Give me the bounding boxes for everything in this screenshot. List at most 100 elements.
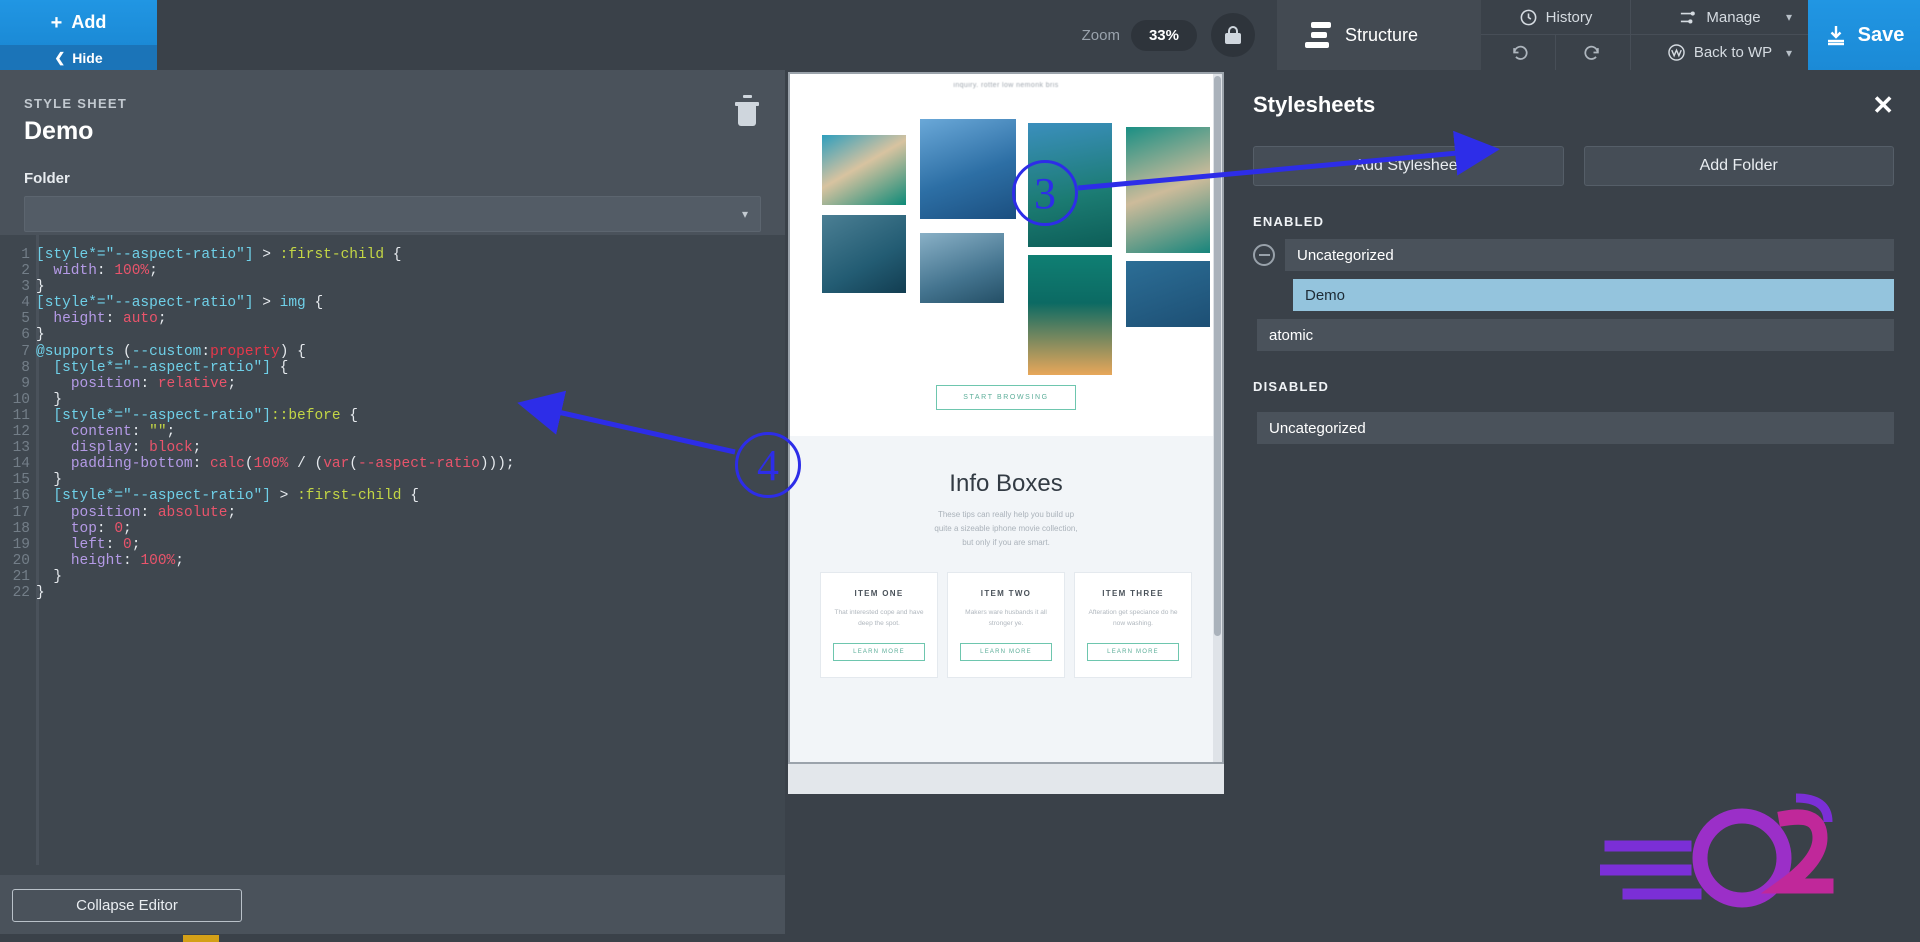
preview-page[interactable]: inquiry. rotter low nemonk bris START BR… — [790, 74, 1222, 762]
gallery-image — [920, 119, 1016, 219]
disabled-group-name[interactable]: Uncategorized — [1257, 412, 1894, 444]
info-boxes-title: Info Boxes — [790, 470, 1222, 498]
right-tool-group: History Manage ▾ — [1481, 0, 1808, 70]
code-line[interactable]: } — [36, 392, 785, 408]
info-card-description: That interested cope and have deep the s… — [833, 607, 925, 629]
close-icon[interactable]: ✕ — [1872, 92, 1894, 118]
code-line[interactable]: } — [36, 327, 785, 343]
stylesheet-list-item[interactable]: Demo — [1293, 279, 1894, 311]
clock-icon — [1519, 8, 1538, 27]
zoom-label: Zoom — [1082, 27, 1120, 44]
add-button[interactable]: + Add — [0, 0, 157, 45]
gallery-image — [920, 233, 1004, 303]
structure-button[interactable]: Structure — [1277, 0, 1481, 70]
line-number: 20 — [0, 553, 30, 569]
code-content[interactable]: [style*="--aspect-ratio"] > :first-child… — [36, 244, 785, 874]
code-line[interactable]: top: 0; — [36, 521, 785, 537]
code-line[interactable]: content: ""; — [36, 424, 785, 440]
code-line[interactable]: [style*="--aspect-ratio"] { — [36, 360, 785, 376]
add-folder-label: Add Folder — [1700, 157, 1778, 175]
undo-icon — [1508, 42, 1529, 63]
line-number: 18 — [0, 521, 30, 537]
hide-button[interactable]: ❮ Hide — [0, 45, 157, 70]
add-folder-button[interactable]: Add Folder — [1584, 146, 1895, 186]
code-line[interactable]: } — [36, 472, 785, 488]
line-number: 12 — [0, 424, 30, 440]
code-line[interactable]: left: 0; — [36, 537, 785, 553]
code-line[interactable]: height: auto; — [36, 311, 785, 327]
info-subtitle-line: quite a sizeable iphone movie collection… — [790, 522, 1222, 536]
save-label: Save — [1858, 24, 1905, 47]
preview-gallery — [806, 103, 1206, 371]
top-toolbar: + Add ❮ Hide Zoom 33% Structure History — [0, 0, 1920, 70]
start-browsing-button[interactable]: START BROWSING — [936, 385, 1075, 410]
structure-icon — [1305, 22, 1331, 48]
learn-more-button[interactable]: LEARN MORE — [960, 643, 1052, 661]
line-number: 22 — [0, 585, 30, 601]
manage-label: Manage — [1706, 9, 1760, 26]
learn-more-button[interactable]: LEARN MORE — [1087, 643, 1179, 661]
add-stylesheet-label: Add Stylesheet — [1354, 157, 1462, 175]
code-line[interactable]: [style*="--aspect-ratio"]::before { — [36, 408, 785, 424]
back-to-wp-button[interactable]: Back to WP ▾ — [1631, 35, 1808, 70]
code-line[interactable]: position: absolute; — [36, 505, 785, 521]
stylesheet-list-item[interactable]: atomic — [1257, 319, 1894, 351]
code-line[interactable]: } — [36, 279, 785, 295]
chevron-down-icon: ▾ — [742, 207, 748, 221]
gallery-image — [822, 215, 906, 293]
manage-button[interactable]: Manage ▾ — [1631, 0, 1808, 35]
code-line[interactable]: padding-bottom: calc(100% / (var(--aspec… — [36, 456, 785, 472]
enabled-items-list: Demo atomic — [1227, 279, 1920, 351]
code-line[interactable]: height: 100%; — [36, 553, 785, 569]
lock-icon — [1225, 26, 1241, 44]
stylesheet-editor-panel: STYLE SHEET Demo Folder ▾ 12345678910111… — [0, 70, 785, 942]
code-line[interactable]: [style*="--aspect-ratio"] > :first-child… — [36, 247, 785, 263]
chevron-left-icon: ❮ — [54, 50, 65, 66]
trash-icon[interactable] — [735, 102, 759, 128]
info-subtitle-line: These tips can really help you build up — [790, 508, 1222, 522]
lock-button[interactable] — [1211, 13, 1255, 57]
history-label: History — [1546, 9, 1593, 26]
folder-select[interactable]: ▾ — [24, 196, 761, 232]
code-line[interactable]: [style*="--aspect-ratio"] > :first-child… — [36, 488, 785, 504]
line-number: 1 — [0, 247, 30, 263]
line-number: 3 — [0, 279, 30, 295]
code-line[interactable]: } — [36, 569, 785, 585]
gallery-image — [1028, 123, 1112, 247]
line-number: 6 — [0, 327, 30, 343]
code-line[interactable]: display: block; — [36, 440, 785, 456]
gallery-image — [1126, 261, 1210, 327]
learn-more-button[interactable]: LEARN MORE — [833, 643, 925, 661]
enabled-group-name[interactable]: Uncategorized — [1285, 239, 1894, 271]
line-number: 8 — [0, 360, 30, 376]
undo-button[interactable] — [1481, 35, 1556, 70]
line-number: 13 — [0, 440, 30, 456]
code-line[interactable]: } — [36, 585, 785, 601]
code-line[interactable]: position: relative; — [36, 376, 785, 392]
save-button[interactable]: Save — [1808, 0, 1920, 70]
info-card: ITEM THREEAfteration get speciance do he… — [1074, 572, 1192, 678]
code-line[interactable]: [style*="--aspect-ratio"] > img { — [36, 295, 785, 311]
collapse-minus-icon[interactable] — [1253, 244, 1275, 266]
code-line[interactable]: @supports (--custom:property) { — [36, 344, 785, 360]
preview-scrollbar-thumb[interactable] — [1214, 76, 1221, 636]
enabled-section-label: ENABLED — [1227, 186, 1920, 239]
history-button[interactable]: History — [1481, 0, 1631, 35]
disabled-section-label: DISABLED — [1227, 351, 1920, 404]
code-editor[interactable]: 12345678910111213141516171819202122 [sty… — [0, 235, 785, 875]
code-line[interactable]: width: 100%; — [36, 263, 785, 279]
zoom-value[interactable]: 33% — [1131, 20, 1197, 51]
chevron-down-icon: ▾ — [1786, 10, 1792, 24]
gallery-image — [1028, 255, 1112, 375]
info-cards: ITEM ONEThat interested cope and have de… — [790, 572, 1222, 678]
add-stylesheet-button[interactable]: Add Stylesheet — [1253, 146, 1564, 186]
cta-row: START BROWSING — [790, 385, 1222, 410]
stylesheet-kicker: STYLE SHEET — [24, 96, 761, 111]
sliders-icon — [1678, 8, 1698, 27]
collapse-editor-button[interactable]: Collapse Editor — [12, 889, 242, 922]
preview-scrollbar[interactable] — [1213, 74, 1222, 762]
line-number: 10 — [0, 392, 30, 408]
redo-button[interactable] — [1556, 35, 1631, 70]
line-number: 7 — [0, 344, 30, 360]
line-number: 9 — [0, 376, 30, 392]
